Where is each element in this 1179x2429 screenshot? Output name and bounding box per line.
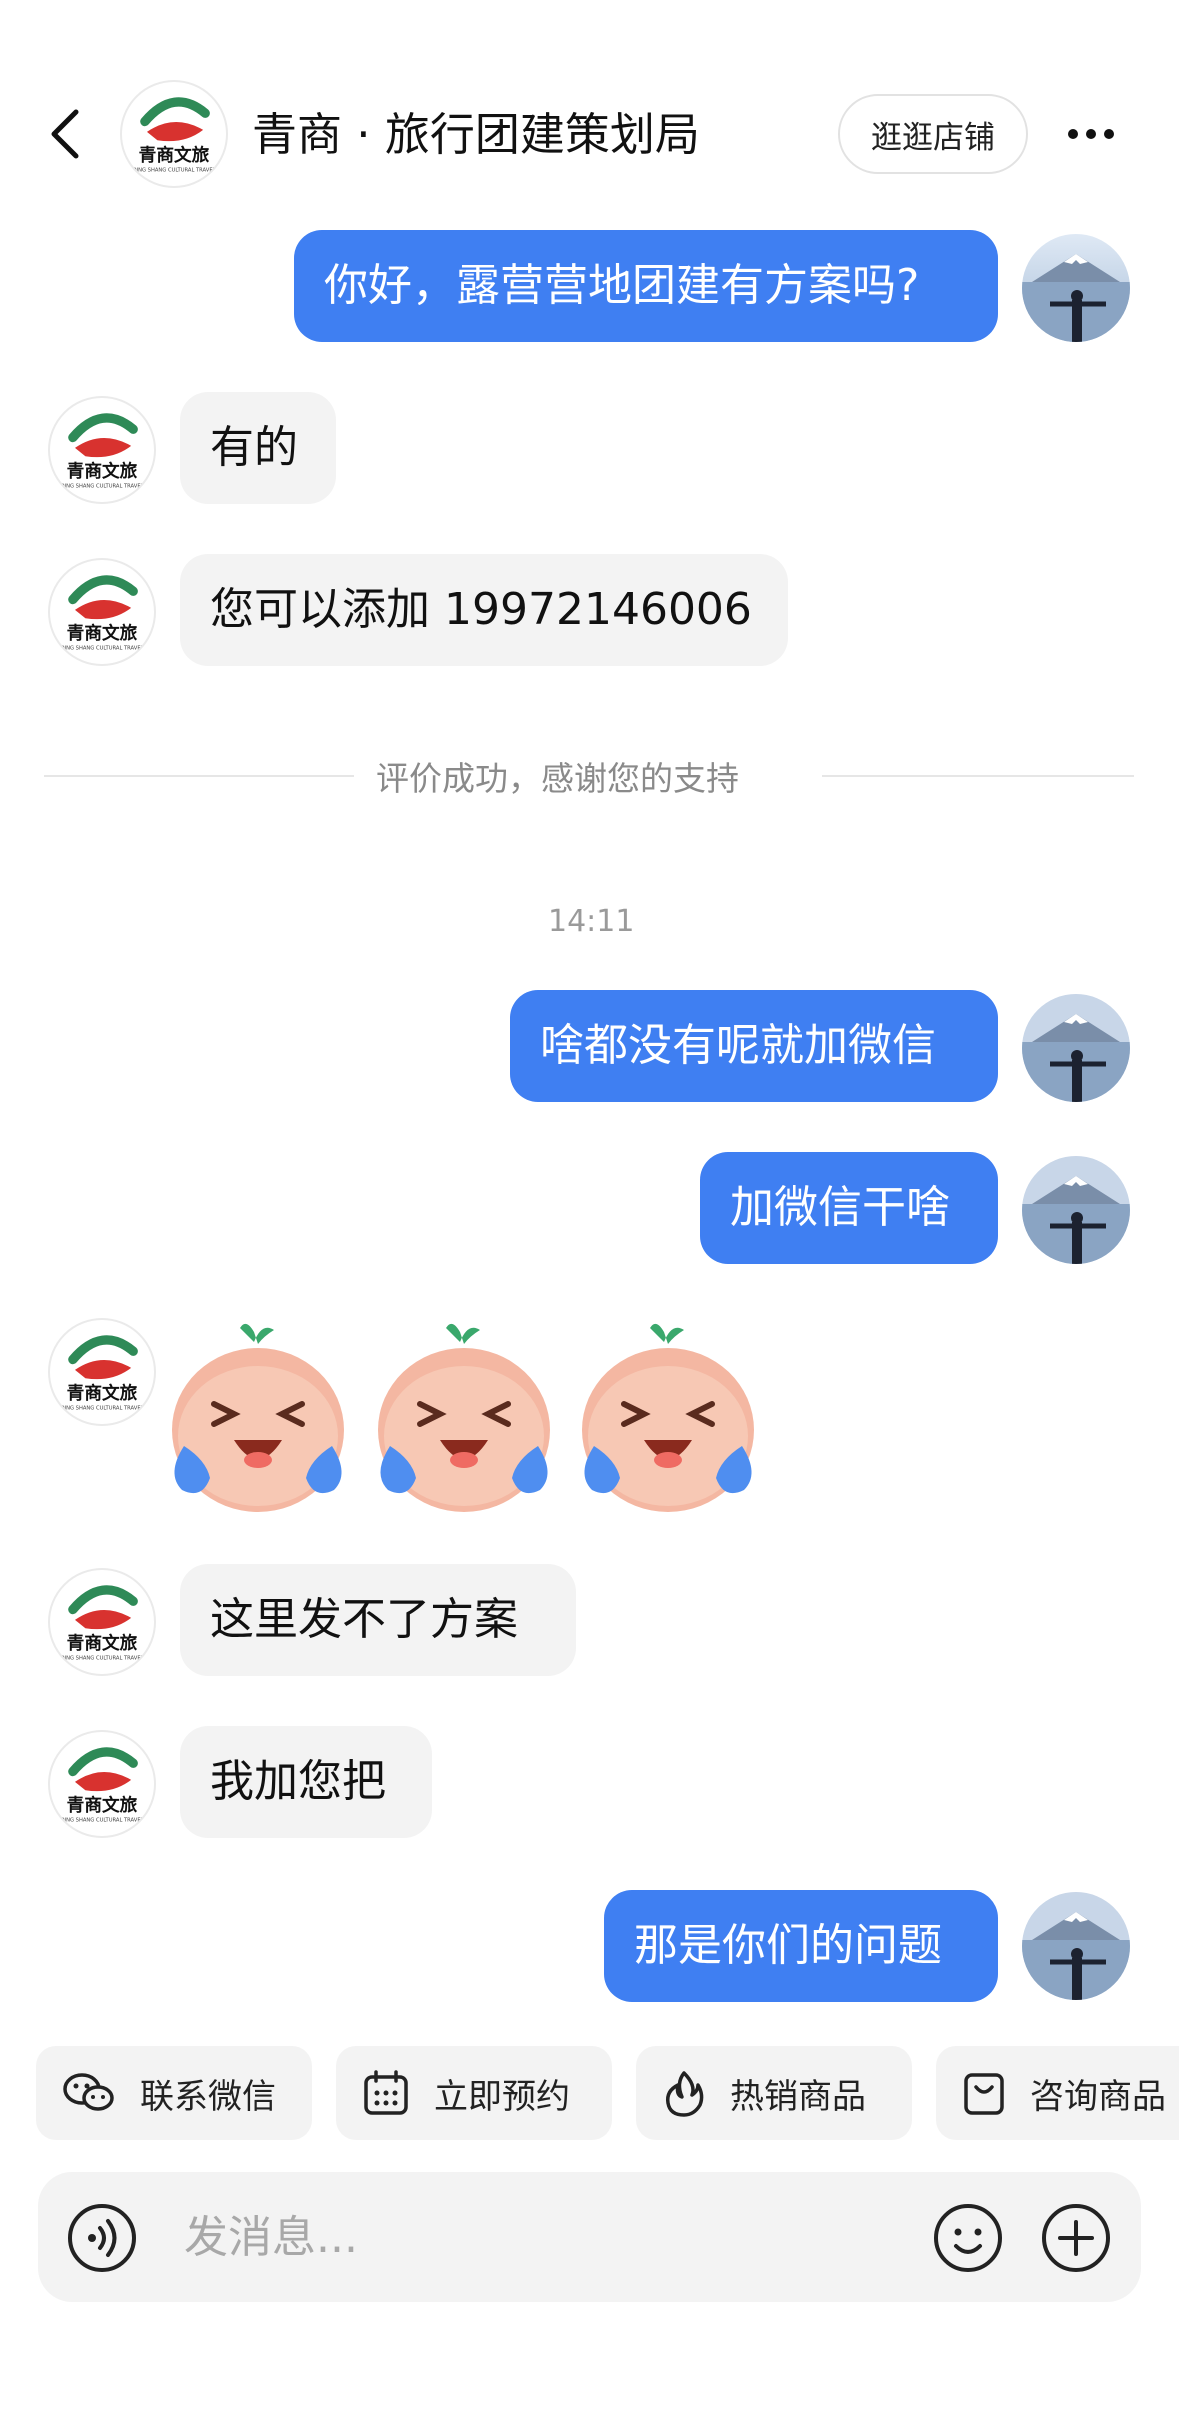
quick-action-label: 咨询商品 [1030, 2076, 1166, 2117]
svg-text:QING SHANG CULTURAL TRAVEL: QING SHANG CULTURAL TRAVEL [61, 1655, 144, 1661]
message-bubble-received[interactable]: 我加您把 [180, 1726, 432, 1838]
message-bubble-sent[interactable]: 啥都没有呢就加微信 [510, 990, 998, 1102]
quick-action-contact-wechat[interactable]: 联系微信 [36, 2046, 312, 2140]
shop-avatar[interactable]: 青商文旅 QING SHANG CULTURAL TRAVEL [48, 1730, 156, 1838]
shop-logo: 青商文旅 QING SHANG CULTURAL TRAVEL [61, 1585, 144, 1661]
shop-avatar[interactable]: 青商文旅 QING SHANG CULTURAL TRAVEL [120, 80, 228, 188]
shop-logo: 青商文旅 QING SHANG CULTURAL TRAVEL [61, 413, 144, 489]
svg-text:青商文旅: 青商文旅 [67, 1794, 138, 1816]
shop-avatar[interactable]: 青商文旅 QING SHANG CULTURAL TRAVEL [48, 396, 156, 504]
quick-action-consult-product[interactable]: 咨询商品 [936, 2046, 1179, 2140]
shop-logo-text: 青商文旅 [139, 144, 210, 166]
visit-shop-button[interactable]: 逛逛店铺 [838, 94, 1028, 174]
user-avatar-photo [1022, 234, 1130, 342]
plus-icon[interactable] [1040, 2202, 1112, 2274]
quick-action-book-now[interactable]: 立即预约 [336, 2046, 612, 2140]
emoji-icon[interactable] [932, 2202, 1004, 2274]
svg-text:QING SHANG CULTURAL TRAVEL: QING SHANG CULTURAL TRAVEL [61, 1817, 144, 1823]
svg-text:青商文旅: 青商文旅 [67, 1632, 138, 1654]
calendar-icon [364, 2070, 408, 2115]
shop-avatar[interactable]: 青商文旅 QING SHANG CULTURAL TRAVEL [48, 1318, 156, 1426]
timestamp: 14:11 [548, 904, 635, 939]
user-avatar[interactable] [1022, 234, 1130, 342]
shop-logo: 青商文旅 QING SHANG CULTURAL TRAVEL [61, 575, 144, 651]
shop-logo: 青商文旅 QING SHANG CULTURAL TRAVEL [61, 1335, 144, 1411]
message-bubble-sent[interactable]: 那是你们的问题 [604, 1890, 998, 2002]
user-avatar[interactable] [1022, 1892, 1130, 2000]
shop-logo: 青商文旅 QING SHANG CULTURAL TRAVEL [133, 97, 216, 173]
message-bubble-sent[interactable]: 你好，露营营地团建有方案吗? [294, 230, 998, 342]
shop-avatar[interactable]: 青商文旅 QING SHANG CULTURAL TRAVEL [48, 558, 156, 666]
sticker-message[interactable] [162, 1318, 768, 1514]
svg-text:青商文旅: 青商文旅 [67, 622, 138, 644]
message-bubble-received[interactable]: 您可以添加 19972146006 [180, 554, 788, 666]
message-input[interactable]: 发消息... [184, 2208, 358, 2268]
message-bubble-sent[interactable]: 加微信干啥 [700, 1152, 998, 1264]
shop-logo: 青商文旅 QING SHANG CULTURAL TRAVEL [61, 1747, 144, 1823]
review-success-notice: 评价成功，感谢您的支持 [376, 759, 739, 798]
user-avatar-photo [1022, 1892, 1130, 2000]
quick-action-hot-products[interactable]: 热销商品 [636, 2046, 912, 2140]
user-avatar-photo [1022, 994, 1130, 1102]
quick-action-label: 立即预约 [434, 2076, 570, 2117]
shop-avatar[interactable]: 青商文旅 QING SHANG CULTURAL TRAVEL [48, 1568, 156, 1676]
message-bubble-received[interactable]: 有的 [180, 392, 336, 504]
quick-action-label: 联系微信 [140, 2076, 276, 2117]
user-avatar-photo [1022, 1156, 1130, 1264]
message-bubble-received[interactable]: 这里发不了方案 [180, 1564, 576, 1676]
bag-icon [964, 2073, 1004, 2115]
chat-title[interactable]: 青商 · 旅行团建策划局 [252, 104, 700, 166]
svg-text:青商文旅: 青商文旅 [67, 460, 138, 482]
voice-input-icon[interactable] [66, 2202, 138, 2274]
svg-text:QING SHANG CULTURAL TRAVEL: QING SHANG CULTURAL TRAVEL [61, 1405, 144, 1411]
divider-line [44, 775, 354, 777]
crying-laughing-sticker-icon [172, 1318, 768, 1514]
quick-action-label: 热销商品 [730, 2076, 866, 2117]
user-avatar[interactable] [1022, 994, 1130, 1102]
shop-logo-subtext: QING SHANG CULTURAL TRAVEL [133, 167, 216, 173]
user-avatar[interactable] [1022, 1156, 1130, 1264]
more-icon[interactable] [1066, 116, 1116, 152]
svg-text:QING SHANG CULTURAL TRAVEL: QING SHANG CULTURAL TRAVEL [61, 483, 144, 489]
svg-text:QING SHANG CULTURAL TRAVEL: QING SHANG CULTURAL TRAVEL [61, 645, 144, 651]
svg-text:青商文旅: 青商文旅 [67, 1382, 138, 1404]
divider-line [822, 775, 1134, 777]
wechat-icon [63, 2073, 114, 2111]
back-icon[interactable] [38, 104, 98, 164]
flame-icon [665, 2071, 704, 2117]
